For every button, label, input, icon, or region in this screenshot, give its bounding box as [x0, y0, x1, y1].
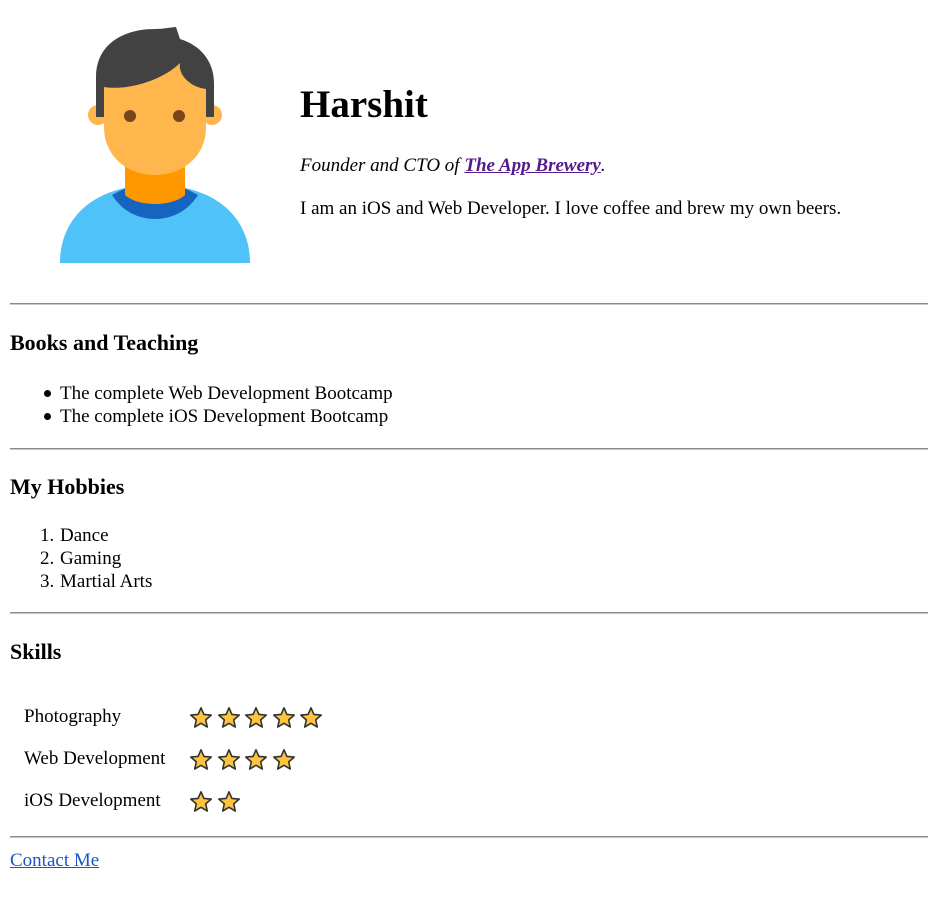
star-icon — [245, 749, 267, 770]
hobby-item: Gaming — [60, 548, 122, 569]
divider — [10, 303, 928, 305]
profile-bio: I am an iOS and Web Developer. I love co… — [300, 198, 842, 219]
profile-name: Harshit — [300, 83, 428, 126]
company-link[interactable]: The App Brewery — [464, 155, 601, 176]
skill-label-photography: Photography — [24, 706, 122, 727]
list-number: 2. — [40, 548, 55, 569]
book-item: The complete iOS Development Bootcamp — [60, 406, 389, 427]
star-icon — [217, 707, 240, 728]
divider — [10, 448, 928, 450]
list-bullet — [44, 390, 51, 397]
star-icon — [217, 749, 240, 770]
skill-rating-photography — [189, 706, 327, 730]
star-icon — [272, 707, 295, 728]
skills-heading: Skills — [10, 639, 62, 664]
avatar-icon — [60, 27, 250, 263]
star-icon — [190, 749, 212, 770]
list-bullet — [44, 413, 51, 420]
skill-label-ios-development: iOS Development — [24, 790, 161, 811]
divider — [10, 836, 928, 838]
skill-label-web-development: Web Development — [24, 748, 166, 769]
star-icon — [245, 707, 267, 728]
book-item: The complete Web Development Bootcamp — [60, 383, 393, 404]
star-icon — [217, 791, 240, 812]
hobby-item: Martial Arts — [60, 571, 153, 592]
hobby-item: Dance — [60, 525, 109, 546]
profile-section: Harshit Founder and CTO of The App Brewe… — [300, 78, 920, 219]
tagline-prefix: Founder and CTO of — [300, 155, 465, 176]
star-icon — [190, 791, 212, 812]
profile-tagline: Founder and CTO of The App Brewery. — [300, 155, 606, 177]
skill-rating-ios-development — [189, 790, 244, 814]
page: Harshit Founder and CTO of The App Brewe… — [0, 0, 929, 922]
books-heading: Books and Teaching — [10, 330, 199, 355]
list-number: 1. — [40, 525, 55, 546]
star-icon — [300, 707, 322, 728]
hobbies-heading: My Hobbies — [10, 474, 125, 499]
skill-rating-web-development — [189, 748, 299, 772]
divider — [10, 612, 928, 614]
tagline-suffix: . — [600, 155, 606, 176]
list-number: 3. — [40, 571, 55, 592]
contact-me-link[interactable]: Contact Me — [10, 850, 99, 872]
star-icon — [190, 707, 212, 728]
star-icon — [272, 749, 295, 770]
